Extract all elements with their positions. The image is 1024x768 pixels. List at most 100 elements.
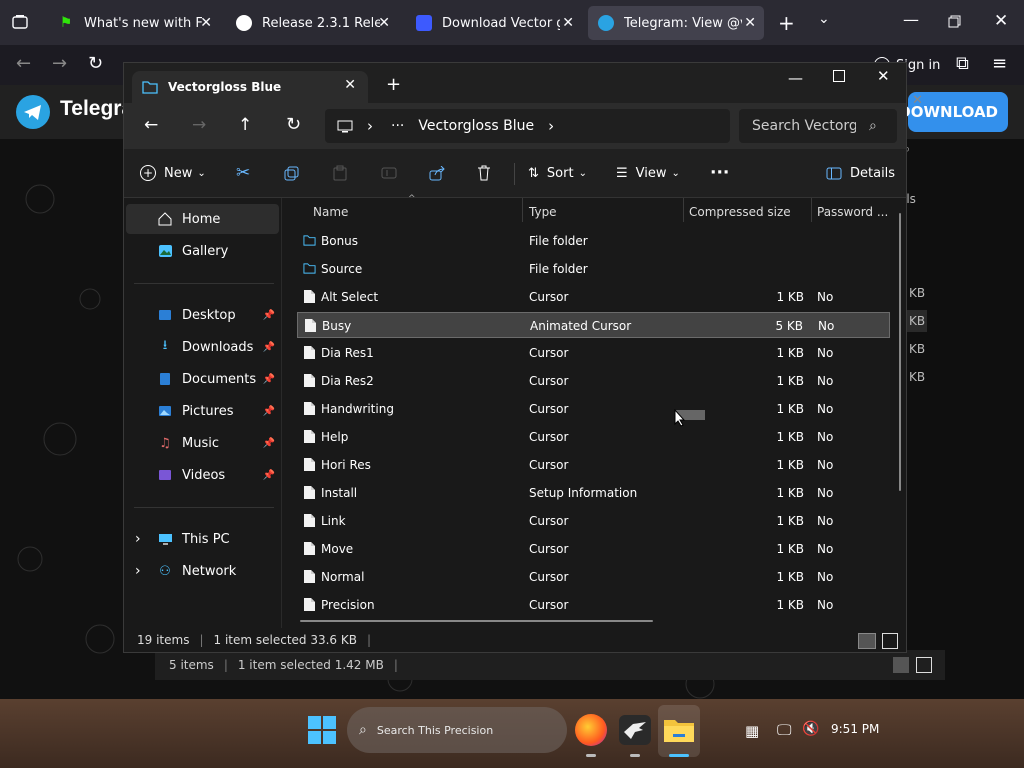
search-box[interactable]: Search Vectorgl ⌕ (739, 109, 897, 143)
table-row[interactable]: Bonus File folder (297, 228, 890, 254)
qr-code-icon[interactable]: ▦ (745, 722, 759, 740)
column-divider[interactable] (522, 198, 523, 222)
chevron-right-icon[interactable]: › (135, 531, 141, 547)
more-locations-icon[interactable]: ··· (391, 118, 404, 134)
forward-arrow-icon[interactable]: → (192, 115, 206, 135)
chevron-right-icon[interactable]: › (367, 117, 373, 135)
chevron-down-icon[interactable]: ⌄ (818, 11, 830, 27)
start-button[interactable] (307, 715, 337, 745)
paste-icon[interactable] (333, 149, 347, 197)
reload-icon[interactable]: ↻ (88, 53, 103, 74)
pin-icon[interactable]: 📌 (263, 342, 275, 353)
close-icon[interactable]: ✕ (744, 15, 756, 31)
chevron-right-icon[interactable]: › (548, 117, 554, 135)
close-icon[interactable]: ✕ (994, 11, 1008, 31)
sidebar-item-home[interactable]: Home (126, 204, 279, 234)
eagle-app-icon[interactable] (619, 715, 651, 745)
table-row[interactable]: Source File folder (297, 256, 890, 282)
new-button[interactable]: + New ⌄ (140, 149, 206, 197)
tab-overview-icon[interactable] (12, 14, 28, 30)
sidebar-item-documents[interactable]: Documents 📌 (126, 364, 279, 394)
sort-button[interactable]: ⇅ Sort ⌄ (528, 149, 587, 197)
close-window-icon[interactable]: ✕ (877, 67, 890, 85)
pin-icon[interactable]: 📌 (263, 374, 275, 385)
column-header-compressed-size[interactable]: Compressed size (689, 198, 791, 226)
close-icon[interactable]: ✕ (562, 15, 574, 31)
rename-icon[interactable] (381, 149, 397, 197)
download-button[interactable]: DOWNLOAD (898, 92, 1008, 132)
details-view-icon[interactable] (858, 633, 876, 649)
minimize-icon[interactable]: — (788, 69, 803, 87)
display-icon[interactable]: 🖵 (777, 721, 791, 739)
table-row[interactable]: Dia Res1 Cursor 1 KB No (297, 340, 890, 366)
search-input[interactable]: Search Vectorgl (752, 118, 856, 134)
sidebar-item-gallery[interactable]: Gallery (126, 236, 279, 266)
table-row[interactable]: Handwriting Cursor 1 KB No (297, 396, 890, 422)
column-divider[interactable] (683, 198, 684, 222)
browser-tab-github-release[interactable]: Release 2.3.1 Release · Fl ✕ (226, 6, 398, 40)
breadcrumb-folder[interactable]: Vectorgloss Blue (418, 118, 534, 134)
table-row[interactable]: Alt Select Cursor 1 KB No (297, 284, 890, 310)
table-row[interactable]: Link Cursor 1 KB No (297, 508, 890, 534)
sidebar-item-network[interactable]: › ⚇ Network (126, 556, 279, 586)
sidebar-item-videos[interactable]: Videos 📌 (126, 460, 279, 490)
column-header-name[interactable]: Name (313, 198, 348, 226)
browser-tab-telegram[interactable]: Telegram: View @versus ✕ (588, 6, 764, 40)
table-row[interactable]: Dia Res2 Cursor 1 KB No (297, 368, 890, 394)
table-row[interactable]: Install Setup Information 1 KB No (297, 480, 890, 506)
taskbar-search[interactable]: ⌕ Search This Precision (347, 707, 567, 753)
new-tab-icon[interactable]: + (778, 11, 795, 35)
delete-icon[interactable] (477, 149, 491, 197)
view-button[interactable]: ☰ View ⌄ (616, 149, 680, 197)
extensions-icon[interactable]: ⧉ (956, 53, 969, 74)
maximize-icon[interactable] (833, 70, 845, 82)
sidebar-item-desktop[interactable]: Desktop 📌 (126, 300, 279, 330)
file-explorer-taskbar-button[interactable] (658, 705, 700, 757)
firefox-icon[interactable] (575, 714, 607, 746)
horizontal-scrollbar[interactable] (300, 620, 653, 622)
chevron-right-icon[interactable]: › (135, 563, 141, 579)
refresh-icon[interactable]: ↻ (286, 114, 301, 135)
pin-icon[interactable]: 📌 (263, 310, 275, 321)
back-arrow-icon[interactable]: ← (16, 53, 31, 74)
menu-icon[interactable]: ≡ (992, 53, 1007, 74)
column-divider[interactable] (811, 198, 812, 222)
pin-icon[interactable]: 📌 (263, 470, 275, 481)
close-tab-icon[interactable]: ✕ (344, 77, 356, 93)
explorer-tab[interactable]: Vectorgloss Blue ✕ (132, 71, 368, 103)
cut-icon[interactable]: ✂ (236, 149, 250, 197)
sidebar-item-downloads[interactable]: ⭳ Downloads 📌 (126, 332, 279, 362)
sidebar-item-music[interactable]: ♫ Music 📌 (126, 428, 279, 458)
copy-icon[interactable] (284, 149, 299, 197)
browser-tab-firefox-news[interactable]: ⚑ What's new with Firefox ✕ (48, 6, 220, 40)
share-icon[interactable] (429, 149, 445, 197)
new-tab-icon[interactable]: + (386, 74, 401, 95)
address-bar[interactable]: › ··· Vectorgloss Blue › (325, 109, 730, 143)
more-options-icon[interactable]: ··· (710, 149, 729, 197)
minimize-icon[interactable]: — (903, 10, 919, 29)
details-button[interactable]: Details (826, 149, 895, 197)
tiles-view-icon[interactable] (916, 657, 932, 673)
browser-tab-vector-download[interactable]: Download Vector glitter ✕ (406, 6, 582, 40)
pin-icon[interactable]: 📌 (263, 406, 275, 417)
sidebar-item-this-pc[interactable]: › This PC (126, 524, 279, 554)
table-row[interactable]: Move Cursor 1 KB No (297, 536, 890, 562)
vertical-scrollbar[interactable] (899, 213, 901, 491)
tiles-view-icon[interactable] (882, 633, 898, 649)
forward-arrow-icon[interactable]: → (52, 53, 67, 74)
table-row[interactable]: Normal Cursor 1 KB No (297, 564, 890, 590)
column-header-password[interactable]: Password ... (817, 198, 888, 226)
close-icon[interactable]: ✕ (200, 15, 212, 31)
table-row[interactable]: Busy Animated Cursor 5 KB No (297, 312, 890, 338)
table-row[interactable]: Precision Cursor 1 KB No (297, 592, 890, 618)
pin-icon[interactable]: 📌 (263, 438, 275, 449)
clock[interactable]: 9:51 PM (831, 722, 879, 736)
close-icon[interactable]: ✕ (378, 15, 390, 31)
up-arrow-icon[interactable]: ↑ (238, 115, 252, 135)
table-row[interactable]: Hori Res Cursor 1 KB No (297, 452, 890, 478)
table-row[interactable]: Help Cursor 1 KB No (297, 424, 890, 450)
column-header-type[interactable]: Type (529, 198, 557, 226)
restore-icon[interactable] (948, 15, 961, 28)
details-view-icon[interactable] (893, 657, 909, 673)
close-icon[interactable]: ✕ (912, 93, 923, 108)
